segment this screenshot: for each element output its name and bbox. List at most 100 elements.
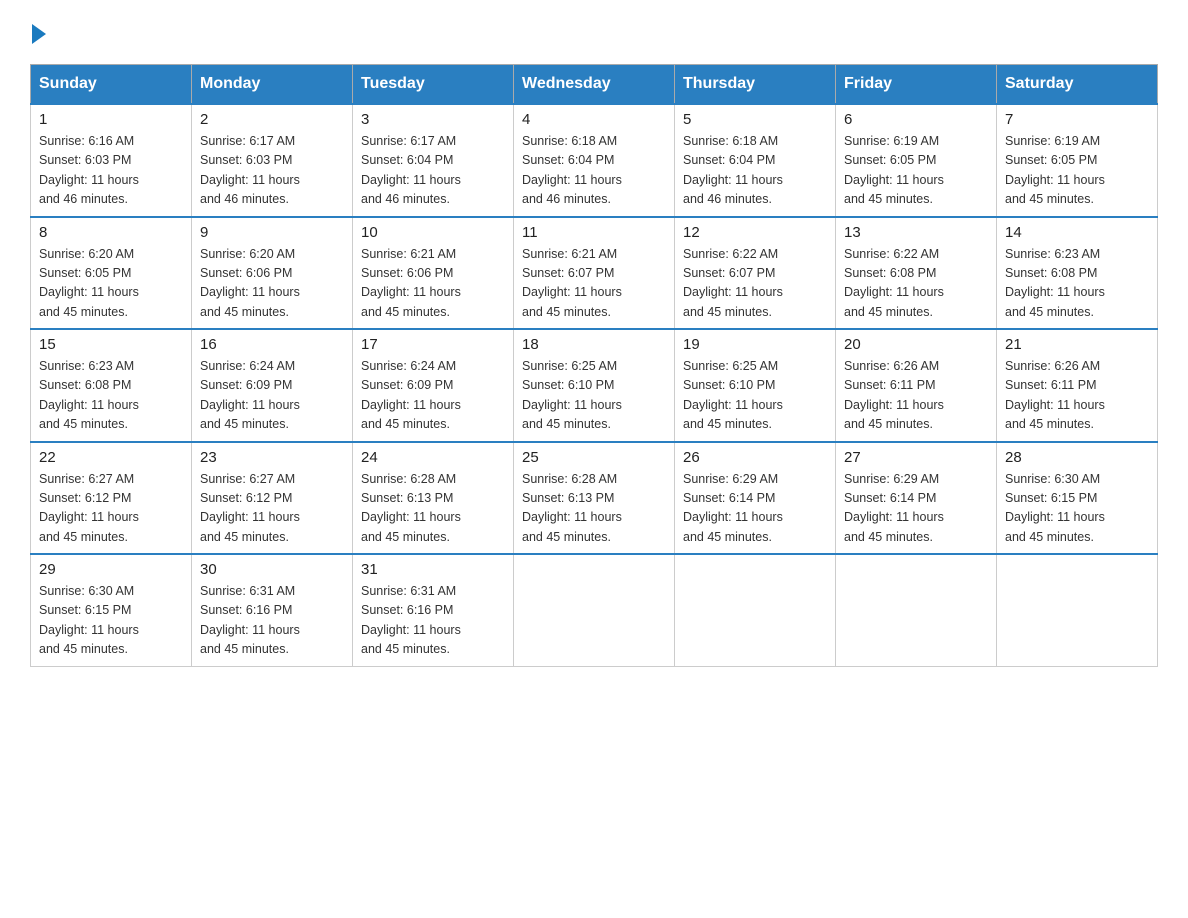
- day-number: 10: [361, 224, 505, 241]
- table-row: 10 Sunrise: 6:21 AM Sunset: 6:06 PM Dayl…: [353, 217, 514, 330]
- day-info: Sunrise: 6:24 AM Sunset: 6:09 PM Dayligh…: [200, 357, 344, 435]
- table-row: 12 Sunrise: 6:22 AM Sunset: 6:07 PM Dayl…: [675, 217, 836, 330]
- day-number: 23: [200, 449, 344, 466]
- day-number: 22: [39, 449, 183, 466]
- day-info: Sunrise: 6:26 AM Sunset: 6:11 PM Dayligh…: [844, 357, 988, 435]
- day-number: 5: [683, 111, 827, 128]
- table-row: [997, 554, 1158, 666]
- table-row: 30 Sunrise: 6:31 AM Sunset: 6:16 PM Dayl…: [192, 554, 353, 666]
- day-info: Sunrise: 6:16 AM Sunset: 6:03 PM Dayligh…: [39, 132, 183, 210]
- table-row: [514, 554, 675, 666]
- table-row: 8 Sunrise: 6:20 AM Sunset: 6:05 PM Dayli…: [31, 217, 192, 330]
- table-row: 1 Sunrise: 6:16 AM Sunset: 6:03 PM Dayli…: [31, 104, 192, 217]
- day-info: Sunrise: 6:17 AM Sunset: 6:03 PM Dayligh…: [200, 132, 344, 210]
- table-row: 26 Sunrise: 6:29 AM Sunset: 6:14 PM Dayl…: [675, 442, 836, 555]
- day-info: Sunrise: 6:19 AM Sunset: 6:05 PM Dayligh…: [1005, 132, 1149, 210]
- calendar-week-row: 22 Sunrise: 6:27 AM Sunset: 6:12 PM Dayl…: [31, 442, 1158, 555]
- table-row: 13 Sunrise: 6:22 AM Sunset: 6:08 PM Dayl…: [836, 217, 997, 330]
- day-number: 1: [39, 111, 183, 128]
- table-row: 23 Sunrise: 6:27 AM Sunset: 6:12 PM Dayl…: [192, 442, 353, 555]
- table-row: 4 Sunrise: 6:18 AM Sunset: 6:04 PM Dayli…: [514, 104, 675, 217]
- table-row: 6 Sunrise: 6:19 AM Sunset: 6:05 PM Dayli…: [836, 104, 997, 217]
- day-info: Sunrise: 6:20 AM Sunset: 6:06 PM Dayligh…: [200, 245, 344, 323]
- day-number: 17: [361, 336, 505, 353]
- day-number: 6: [844, 111, 988, 128]
- day-number: 30: [200, 561, 344, 578]
- day-info: Sunrise: 6:29 AM Sunset: 6:14 PM Dayligh…: [683, 470, 827, 548]
- day-number: 3: [361, 111, 505, 128]
- table-row: 22 Sunrise: 6:27 AM Sunset: 6:12 PM Dayl…: [31, 442, 192, 555]
- day-info: Sunrise: 6:21 AM Sunset: 6:07 PM Dayligh…: [522, 245, 666, 323]
- day-info: Sunrise: 6:31 AM Sunset: 6:16 PM Dayligh…: [361, 582, 505, 660]
- day-info: Sunrise: 6:30 AM Sunset: 6:15 PM Dayligh…: [1005, 470, 1149, 548]
- day-info: Sunrise: 6:25 AM Sunset: 6:10 PM Dayligh…: [522, 357, 666, 435]
- day-info: Sunrise: 6:26 AM Sunset: 6:11 PM Dayligh…: [1005, 357, 1149, 435]
- table-row: [836, 554, 997, 666]
- table-row: 24 Sunrise: 6:28 AM Sunset: 6:13 PM Dayl…: [353, 442, 514, 555]
- day-info: Sunrise: 6:28 AM Sunset: 6:13 PM Dayligh…: [361, 470, 505, 548]
- table-row: 29 Sunrise: 6:30 AM Sunset: 6:15 PM Dayl…: [31, 554, 192, 666]
- day-number: 27: [844, 449, 988, 466]
- day-info: Sunrise: 6:28 AM Sunset: 6:13 PM Dayligh…: [522, 470, 666, 548]
- table-row: 11 Sunrise: 6:21 AM Sunset: 6:07 PM Dayl…: [514, 217, 675, 330]
- day-number: 4: [522, 111, 666, 128]
- calendar-week-row: 15 Sunrise: 6:23 AM Sunset: 6:08 PM Dayl…: [31, 329, 1158, 442]
- table-row: 3 Sunrise: 6:17 AM Sunset: 6:04 PM Dayli…: [353, 104, 514, 217]
- table-row: 28 Sunrise: 6:30 AM Sunset: 6:15 PM Dayl…: [997, 442, 1158, 555]
- table-row: 14 Sunrise: 6:23 AM Sunset: 6:08 PM Dayl…: [997, 217, 1158, 330]
- table-row: 2 Sunrise: 6:17 AM Sunset: 6:03 PM Dayli…: [192, 104, 353, 217]
- calendar-week-row: 8 Sunrise: 6:20 AM Sunset: 6:05 PM Dayli…: [31, 217, 1158, 330]
- day-number: 21: [1005, 336, 1149, 353]
- day-info: Sunrise: 6:31 AM Sunset: 6:16 PM Dayligh…: [200, 582, 344, 660]
- day-number: 8: [39, 224, 183, 241]
- header-saturday: Saturday: [997, 65, 1158, 105]
- table-row: 9 Sunrise: 6:20 AM Sunset: 6:06 PM Dayli…: [192, 217, 353, 330]
- table-row: 31 Sunrise: 6:31 AM Sunset: 6:16 PM Dayl…: [353, 554, 514, 666]
- day-info: Sunrise: 6:19 AM Sunset: 6:05 PM Dayligh…: [844, 132, 988, 210]
- day-number: 14: [1005, 224, 1149, 241]
- day-info: Sunrise: 6:27 AM Sunset: 6:12 PM Dayligh…: [200, 470, 344, 548]
- page-header: [30, 20, 1158, 44]
- table-row: 16 Sunrise: 6:24 AM Sunset: 6:09 PM Dayl…: [192, 329, 353, 442]
- day-info: Sunrise: 6:25 AM Sunset: 6:10 PM Dayligh…: [683, 357, 827, 435]
- day-info: Sunrise: 6:17 AM Sunset: 6:04 PM Dayligh…: [361, 132, 505, 210]
- calendar-week-row: 29 Sunrise: 6:30 AM Sunset: 6:15 PM Dayl…: [31, 554, 1158, 666]
- table-row: 27 Sunrise: 6:29 AM Sunset: 6:14 PM Dayl…: [836, 442, 997, 555]
- day-info: Sunrise: 6:18 AM Sunset: 6:04 PM Dayligh…: [683, 132, 827, 210]
- day-info: Sunrise: 6:21 AM Sunset: 6:06 PM Dayligh…: [361, 245, 505, 323]
- calendar-table: Sunday Monday Tuesday Wednesday Thursday…: [30, 64, 1158, 667]
- logo-arrow-icon: [32, 24, 46, 44]
- day-number: 29: [39, 561, 183, 578]
- day-info: Sunrise: 6:18 AM Sunset: 6:04 PM Dayligh…: [522, 132, 666, 210]
- table-row: 18 Sunrise: 6:25 AM Sunset: 6:10 PM Dayl…: [514, 329, 675, 442]
- table-row: 15 Sunrise: 6:23 AM Sunset: 6:08 PM Dayl…: [31, 329, 192, 442]
- day-number: 19: [683, 336, 827, 353]
- day-number: 31: [361, 561, 505, 578]
- day-number: 11: [522, 224, 666, 241]
- day-number: 28: [1005, 449, 1149, 466]
- day-info: Sunrise: 6:20 AM Sunset: 6:05 PM Dayligh…: [39, 245, 183, 323]
- day-number: 15: [39, 336, 183, 353]
- table-row: 20 Sunrise: 6:26 AM Sunset: 6:11 PM Dayl…: [836, 329, 997, 442]
- day-number: 26: [683, 449, 827, 466]
- day-info: Sunrise: 6:27 AM Sunset: 6:12 PM Dayligh…: [39, 470, 183, 548]
- day-info: Sunrise: 6:23 AM Sunset: 6:08 PM Dayligh…: [1005, 245, 1149, 323]
- header-tuesday: Tuesday: [353, 65, 514, 105]
- day-number: 24: [361, 449, 505, 466]
- day-info: Sunrise: 6:22 AM Sunset: 6:08 PM Dayligh…: [844, 245, 988, 323]
- day-number: 9: [200, 224, 344, 241]
- table-row: 21 Sunrise: 6:26 AM Sunset: 6:11 PM Dayl…: [997, 329, 1158, 442]
- calendar-week-row: 1 Sunrise: 6:16 AM Sunset: 6:03 PM Dayli…: [31, 104, 1158, 217]
- header-friday: Friday: [836, 65, 997, 105]
- table-row: 7 Sunrise: 6:19 AM Sunset: 6:05 PM Dayli…: [997, 104, 1158, 217]
- table-row: 19 Sunrise: 6:25 AM Sunset: 6:10 PM Dayl…: [675, 329, 836, 442]
- table-row: [675, 554, 836, 666]
- day-number: 13: [844, 224, 988, 241]
- header-monday: Monday: [192, 65, 353, 105]
- day-number: 16: [200, 336, 344, 353]
- day-number: 2: [200, 111, 344, 128]
- header-wednesday: Wednesday: [514, 65, 675, 105]
- day-number: 20: [844, 336, 988, 353]
- day-info: Sunrise: 6:29 AM Sunset: 6:14 PM Dayligh…: [844, 470, 988, 548]
- day-number: 25: [522, 449, 666, 466]
